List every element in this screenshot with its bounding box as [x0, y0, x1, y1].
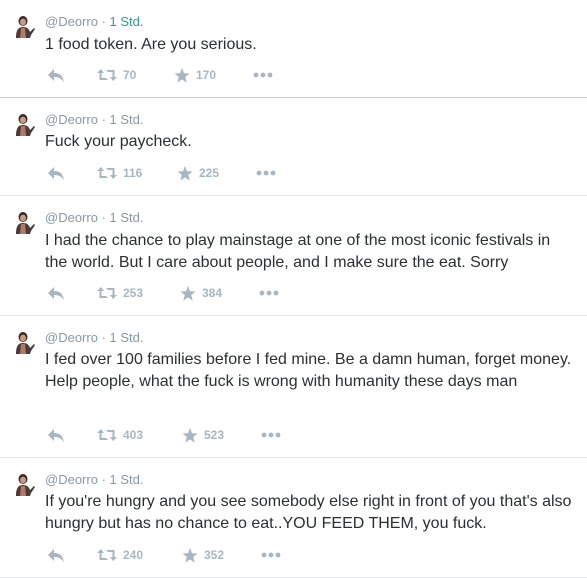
- user-handle[interactable]: @Deorro: [45, 210, 98, 225]
- favorite-button[interactable]: 384: [180, 284, 222, 302]
- star-icon: [182, 427, 198, 443]
- favorite-button[interactable]: 170: [174, 66, 216, 84]
- more-icon: [261, 432, 281, 438]
- tweet[interactable]: @Deorro · 1 Std. I had the chance to pla…: [0, 196, 587, 316]
- more-icon: [259, 290, 279, 296]
- retweet-count: 403: [123, 428, 144, 442]
- retweet-icon: [97, 68, 117, 82]
- user-handle[interactable]: @Deorro: [45, 330, 98, 345]
- tweet-text: I fed over 100 families before I fed min…: [45, 351, 572, 390]
- tweet-text: If you're hungry and you see somebody el…: [45, 493, 572, 532]
- retweet-icon: [97, 548, 117, 562]
- tweet-timestamp[interactable]: 1 Std.: [110, 330, 144, 345]
- favorite-count: 384: [202, 286, 223, 300]
- reply-button[interactable]: [47, 66, 65, 84]
- avatar[interactable]: [14, 472, 36, 496]
- retweet-button[interactable]: 70: [97, 66, 136, 84]
- retweet-button[interactable]: 253: [97, 284, 143, 302]
- reply-icon: [47, 165, 65, 181]
- reply-button[interactable]: [47, 426, 65, 444]
- favorite-button[interactable]: 225: [177, 164, 219, 182]
- tweet-feed: @Deorro · 1 Std. 1 food token. Are you s…: [0, 0, 587, 578]
- retweet-button[interactable]: 240: [97, 546, 143, 564]
- favorite-count: 523: [204, 428, 225, 442]
- reply-icon: [47, 285, 65, 301]
- retweet-button[interactable]: 116: [97, 164, 142, 182]
- reply-button[interactable]: [47, 546, 65, 564]
- favorite-count: 170: [196, 68, 217, 82]
- reply-button[interactable]: [47, 284, 65, 302]
- meta-separator: ·: [101, 210, 106, 225]
- avatar[interactable]: [14, 330, 36, 354]
- favorite-count: 225: [199, 166, 220, 180]
- meta-separator: ·: [101, 112, 106, 127]
- tweet[interactable]: @Deorro · 1 Std. 1 food token. Are you s…: [0, 0, 587, 98]
- tweet-timestamp[interactable]: 1 Std.: [110, 472, 144, 487]
- favorite-button[interactable]: 352: [182, 546, 224, 564]
- tweet-timestamp[interactable]: 1 Std.: [110, 210, 144, 225]
- meta-separator: ·: [101, 472, 106, 487]
- star-icon: [174, 67, 190, 83]
- retweet-count: 70: [123, 68, 137, 82]
- more-icon: [261, 552, 281, 558]
- tweet-timestamp[interactable]: 1 Std.: [110, 112, 144, 127]
- tweet[interactable]: @Deorro · 1 Std. Fuck your paycheck. 116: [0, 98, 587, 196]
- favorite-count: 352: [204, 548, 225, 562]
- tweet-meta: @Deorro · 1 Std.: [45, 112, 144, 127]
- more-button[interactable]: [261, 546, 281, 564]
- more-button[interactable]: [253, 66, 273, 84]
- more-button[interactable]: [259, 284, 279, 302]
- meta-separator: ·: [101, 330, 106, 345]
- user-handle[interactable]: @Deorro: [45, 472, 98, 487]
- more-icon: [253, 72, 273, 78]
- reply-icon: [47, 547, 65, 563]
- reply-button[interactable]: [47, 164, 65, 182]
- tweet-meta: @Deorro · 1 Std.: [45, 472, 144, 487]
- tweet-meta: @Deorro · 1 Std.: [45, 330, 144, 345]
- more-button[interactable]: [256, 164, 276, 182]
- user-handle[interactable]: @Deorro: [45, 14, 98, 29]
- star-icon: [177, 165, 193, 181]
- user-handle[interactable]: @Deorro: [45, 112, 98, 127]
- meta-separator: ·: [101, 14, 106, 29]
- tweet-text: 1 food token. Are you serious.: [45, 36, 257, 53]
- avatar[interactable]: [14, 112, 36, 136]
- star-icon: [182, 547, 198, 563]
- tweet-text: I had the chance to play mainstage at on…: [45, 232, 551, 271]
- retweet-icon: [97, 428, 117, 442]
- favorite-button[interactable]: 523: [182, 426, 224, 444]
- more-icon: [256, 170, 276, 176]
- avatar[interactable]: [14, 14, 36, 38]
- retweet-icon: [97, 166, 117, 180]
- retweet-button[interactable]: 403: [97, 426, 143, 444]
- retweet-icon: [97, 286, 117, 300]
- tweet-text: Fuck your paycheck.: [45, 133, 192, 150]
- more-button[interactable]: [261, 426, 281, 444]
- tweet[interactable]: @Deorro · 1 Std. If you're hungry and yo…: [0, 458, 587, 578]
- tweet-timestamp[interactable]: 1 Std.: [110, 14, 144, 29]
- retweet-count: 116: [123, 166, 143, 180]
- reply-icon: [47, 427, 65, 443]
- reply-icon: [47, 67, 65, 83]
- star-icon: [180, 285, 196, 301]
- avatar[interactable]: [14, 210, 36, 234]
- tweet[interactable]: @Deorro · 1 Std. I fed over 100 families…: [0, 316, 587, 458]
- retweet-count: 240: [123, 548, 144, 562]
- tweet-meta: @Deorro · 1 Std.: [45, 14, 144, 29]
- tweet-meta: @Deorro · 1 Std.: [45, 210, 144, 225]
- retweet-count: 253: [123, 286, 144, 300]
